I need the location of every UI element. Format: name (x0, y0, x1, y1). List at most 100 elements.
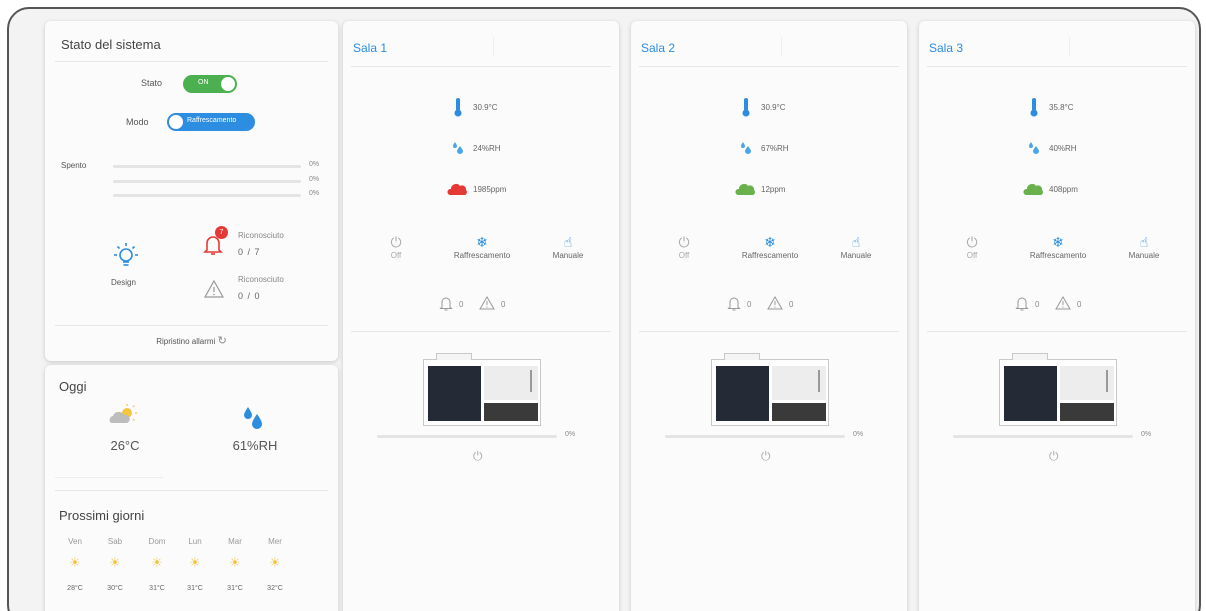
unit-progress-pct: 0% (565, 431, 576, 438)
modo-label: Modo (126, 117, 149, 127)
divider (639, 66, 899, 67)
unit-base (772, 403, 826, 421)
unit-panel-light (1060, 366, 1114, 400)
humidity-drops-icon (241, 405, 265, 431)
tab-separator (1069, 37, 1070, 57)
mode-off-button[interactable]: ⏻ Off (351, 233, 441, 260)
unit-thermometer (1106, 370, 1108, 392)
forecast-temp: 32°C (267, 585, 283, 592)
divider (927, 66, 1187, 67)
unit-thermometer (818, 370, 820, 392)
alarm-count: 0 (1035, 300, 1040, 309)
room-co2: 12ppm (761, 185, 786, 194)
room-card: Sala 3 35.8°C 40%RH 408ppm ⏻ Off ❄ Raffr… (919, 21, 1195, 611)
room-temperature: 35.8°C (1049, 103, 1074, 112)
forecast-day-label: Lun (188, 537, 202, 546)
divider (351, 331, 611, 332)
unit-base (484, 403, 538, 421)
room-title[interactable]: Sala 1 (353, 41, 387, 55)
warning-icon[interactable] (203, 279, 225, 299)
tab-separator (781, 37, 782, 57)
mode-off-button[interactable]: ⏻ Off (639, 233, 729, 260)
forecast-temp: 28°C (67, 585, 83, 592)
alarm-bell-icon[interactable] (727, 295, 741, 311)
snowflake-icon: ❄ (764, 234, 776, 250)
room-humidity: 40%RH (1049, 144, 1077, 153)
progress-bar-2 (113, 180, 301, 183)
mode-manual-button[interactable]: ☝ Manuale (811, 233, 901, 260)
unit-power-button[interactable]: ⏻ (473, 449, 483, 464)
hand-pointer-icon: ☝ (851, 234, 861, 250)
tab-separator (493, 37, 494, 57)
alarm-ack-value: 0 / 7 (238, 247, 261, 257)
lightbulb-icon[interactable] (109, 240, 143, 274)
humidity-icon (1027, 141, 1041, 155)
forecast-temp: 31°C (187, 585, 203, 592)
forecast-temp: 31°C (149, 585, 165, 592)
modo-toggle[interactable]: Raffrescamento (167, 113, 255, 131)
unit-base (1060, 403, 1114, 421)
room-title[interactable]: Sala 3 (929, 41, 963, 55)
unit-progress-bar (665, 435, 845, 438)
spento-label: Spento (61, 161, 87, 170)
mode-manual-label: Manuale (1128, 251, 1160, 260)
forecast-day-label: Mer (268, 537, 282, 546)
forecast-day-label: Dom (148, 537, 166, 546)
warning-count: 0 (501, 300, 506, 309)
forecast-day-label: Ven (68, 537, 82, 546)
mode-cooling-button[interactable]: ❄ Raffrescamento (1013, 233, 1103, 260)
unit-lid (724, 353, 760, 360)
sun-icon: ☀ (151, 555, 163, 570)
unit-power-button[interactable]: ⏻ (1049, 449, 1059, 464)
sun-icon: ☀ (69, 555, 81, 570)
alarm-bell-icon[interactable] (439, 295, 453, 311)
partly-cloudy-icon (107, 403, 139, 427)
warning-count: 0 (1077, 300, 1082, 309)
progress-pct-3: 0% (309, 190, 320, 197)
design-label: Design (111, 278, 136, 287)
reset-alarms-label: Ripristino allarmi (156, 337, 216, 346)
mode-manual-label: Manuale (552, 251, 584, 260)
mode-cooling-button[interactable]: ❄ Raffrescamento (725, 233, 815, 260)
refresh-icon: ↻ (217, 335, 227, 347)
mode-off-label: Off (966, 251, 978, 260)
unit-panel-dark (1004, 366, 1057, 421)
divider (55, 477, 163, 478)
progress-pct-2: 0% (309, 176, 320, 183)
room-title[interactable]: Sala 2 (641, 41, 675, 55)
snowflake-icon: ❄ (476, 234, 488, 250)
humidity-icon (451, 141, 465, 155)
room-humidity: 67%RH (761, 144, 789, 153)
mode-off-label: Off (678, 251, 690, 260)
toggle-knob (221, 77, 235, 91)
thermometer-icon (453, 97, 463, 117)
co2-cloud-icon (1023, 181, 1045, 196)
unit-power-button[interactable]: ⏻ (761, 449, 771, 464)
mode-off-button[interactable]: ⏻ Off (927, 233, 1017, 260)
ac-unit-illustration (423, 353, 541, 426)
divider (927, 331, 1187, 332)
mode-manual-button[interactable]: ☝ Manuale (1099, 233, 1189, 260)
reset-alarms-button[interactable]: Ripristino allarmi ↻ (45, 334, 338, 347)
mode-manual-button[interactable]: ☝ Manuale (523, 233, 613, 260)
unit-panel-dark (428, 366, 481, 421)
alarm-bell-icon[interactable] (1015, 295, 1029, 311)
room-card: Sala 2 30.9°C 67%RH 12ppm ⏻ Off ❄ Raffre… (631, 21, 907, 611)
warning-icon[interactable] (1055, 295, 1071, 311)
mode-cooling-label: Raffrescamento (1029, 251, 1087, 260)
power-icon: ⏻ (390, 234, 402, 250)
forecast-day-label: Mar (228, 537, 242, 546)
co2-cloud-icon (447, 181, 469, 196)
mode-cooling-label: Raffrescamento (741, 251, 799, 260)
stato-toggle[interactable]: ON (183, 75, 237, 93)
warning-ack-value: 0 / 0 (238, 291, 261, 301)
warning-icon[interactable] (767, 295, 783, 311)
warning-icon[interactable] (479, 295, 495, 311)
unit-panel-light (772, 366, 826, 400)
mode-manual-label: Manuale (840, 251, 872, 260)
mode-cooling-button[interactable]: ❄ Raffrescamento (437, 233, 527, 260)
warning-ack-label: Riconosciuto (238, 275, 284, 284)
today-humidity: 61%RH (232, 438, 278, 453)
power-icon: ⏻ (966, 234, 978, 250)
sun-icon: ☀ (229, 555, 241, 570)
